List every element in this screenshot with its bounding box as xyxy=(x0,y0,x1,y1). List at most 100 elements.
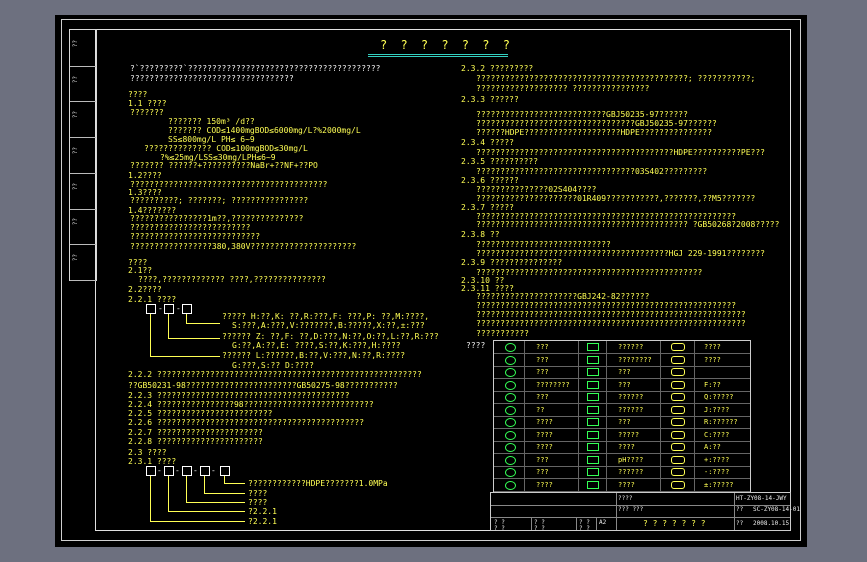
note-line: 2.2.3 ??????????????????????????????????… xyxy=(128,391,350,400)
symbol-rect-icon xyxy=(587,443,599,451)
code-legend-line: G:???,S:?? D:???? xyxy=(232,361,314,370)
note-line: 2.2.8 ?????????????????????? xyxy=(128,437,263,446)
legend-label: ???? xyxy=(536,430,553,439)
legend-label: ??? xyxy=(618,380,631,389)
legend-label: R:?????? xyxy=(704,418,738,426)
legend-label: ??? xyxy=(536,355,549,364)
code-legend-line: ?????? Z: ??,F: ??,D:???,N:??,O:??,L:??,… xyxy=(222,332,439,341)
legend-label: ??? xyxy=(536,455,549,464)
note-line: ??GB50231-98???????????????????????GB502… xyxy=(128,381,398,390)
legend-label: -:???? xyxy=(704,468,730,476)
note-line: 2.3.5 ?????????? xyxy=(461,157,539,166)
note-line: ??????? xyxy=(130,108,164,117)
strip-label: ?? xyxy=(72,182,79,190)
note-line: ??????? ??????+??????????NaBr+??NF+??PO xyxy=(130,161,318,170)
note-line: ??????????????????? ???????????????? xyxy=(476,84,650,93)
note-line: 2.2.2 ??????????????????????????????????… xyxy=(128,370,422,379)
symbol-instrument-icon xyxy=(671,443,685,451)
note-line: 2.3.9 ??????????????? xyxy=(461,258,563,267)
legend-label: ???? xyxy=(618,480,635,489)
symbol-circle-icon xyxy=(505,468,516,477)
legend-row: ????????? Q:????? xyxy=(494,391,750,404)
legend-label: ±:????? xyxy=(704,480,734,489)
legend-row: ???????? A:?? xyxy=(494,441,750,454)
legend-label: ?? xyxy=(536,405,545,414)
date-label: 2008.10.15 xyxy=(753,520,790,527)
note-line: ????????????????????????????????????????… xyxy=(476,310,746,319)
code-legend-line: ????????????HDPE???????1.0MPa xyxy=(248,479,388,488)
code-box xyxy=(200,466,210,476)
legend-label: ??? xyxy=(618,418,631,426)
note-line: 2.2???? xyxy=(128,285,162,294)
legend-label: ??? xyxy=(618,368,631,376)
title-underline-2 xyxy=(368,56,508,57)
legend-row: ??????? R:?????? xyxy=(494,416,750,429)
symbol-instrument-icon xyxy=(671,343,685,351)
note-line: ?????????????????????????????????? xyxy=(130,74,294,83)
note-line: 2.2.6 ??????????????????????????????????… xyxy=(128,418,365,427)
legend-label: ???? xyxy=(704,355,721,364)
legend-label: Q:????? xyxy=(704,393,734,401)
note-line: 2.3.3 ?????? xyxy=(461,95,519,104)
note-line: ??????HDPE????????????????????HDPE??????… xyxy=(476,128,713,137)
symbol-instrument-icon xyxy=(671,430,685,439)
symbol-rect-icon xyxy=(587,355,599,364)
symbol-instrument-icon xyxy=(671,368,685,376)
note-line: ??????????? xyxy=(476,329,529,338)
note-line: 2.3.8 ?? xyxy=(461,230,500,239)
tb-cell: ? ? xyxy=(494,525,505,532)
note-line: 2.1?? xyxy=(128,266,153,275)
revision-strip: ?????????????? xyxy=(69,29,97,281)
title-block-main: ? ? ? ? ? ? ? xyxy=(643,519,706,528)
symbol-circle-icon xyxy=(505,355,516,365)
title-block: ???? ??? ??? ? ? ? ? ? ? ? HT-ZY08-14-JW… xyxy=(490,492,800,532)
note-line: ????????????????????????????????????????… xyxy=(476,74,756,83)
symbol-instrument-icon xyxy=(671,418,685,426)
legend-label: A:?? xyxy=(704,443,721,451)
note-line: ??????? 150m³ /d?? xyxy=(168,117,255,126)
legend-label: ??? xyxy=(536,368,549,376)
code-box xyxy=(220,466,230,476)
symbol-circle-icon xyxy=(505,343,516,352)
strip-cell: ?? xyxy=(70,30,96,67)
symbol-rect-icon xyxy=(587,368,599,376)
legend-label: pH???? xyxy=(618,455,644,464)
legend-label: J:???? xyxy=(704,405,730,414)
note-line: ????????????????????????????????????????… xyxy=(476,301,737,310)
strip-cell: ?? xyxy=(70,137,96,174)
legend-label: C:???? xyxy=(704,430,730,439)
sheet-label: ?? xyxy=(736,520,744,527)
strip-cell: ?? xyxy=(70,244,96,281)
note-line: ???????????????????????????? xyxy=(476,240,611,249)
symbol-instrument-icon xyxy=(671,380,685,389)
code-box xyxy=(182,304,192,314)
code-legend-line: ???? xyxy=(248,498,268,507)
legend-label: ???? xyxy=(536,480,553,489)
title-underline xyxy=(368,54,508,55)
code-legend-line: ???? xyxy=(248,489,268,498)
legend-label: ???? xyxy=(618,443,635,451)
symbol-rect-icon xyxy=(587,418,599,426)
note-line: 2.2.1 ???? xyxy=(128,295,177,304)
code-box xyxy=(146,304,156,314)
note-line: 1.1 ???? xyxy=(128,99,167,108)
strip-cell: ?? xyxy=(70,101,96,139)
drawing-title: ? ? ? ? ? ? ? xyxy=(380,38,513,52)
symbol-circle-icon xyxy=(505,418,516,427)
symbol-circle-icon xyxy=(505,393,516,402)
code-box xyxy=(146,466,156,476)
note-line: ??????????????????????????? xyxy=(130,232,261,241)
note-line: ??????? COD≤1400mgBOD≤6000mg/L?%2000mg/L xyxy=(168,126,361,135)
legend-label: ?????? xyxy=(618,343,644,351)
strip-cell: ?? xyxy=(70,209,96,246)
code-legend-line: ????? H:??,K: ??,R:???,F: ???,P: ??,M:??… xyxy=(222,312,430,321)
note-line: ????????????????????????????????????????… xyxy=(476,148,765,157)
symbol-rect-icon xyxy=(587,405,599,414)
legend-label: ??? xyxy=(536,343,549,351)
strip-label: ?? xyxy=(72,218,79,226)
tb-cell: A2 xyxy=(599,519,607,526)
note-line: 2.3.2 ????????? xyxy=(461,64,534,73)
symbol-circle-icon xyxy=(505,405,516,415)
legend-label: ?????? xyxy=(618,405,644,414)
legend-label: ???? xyxy=(704,343,721,351)
